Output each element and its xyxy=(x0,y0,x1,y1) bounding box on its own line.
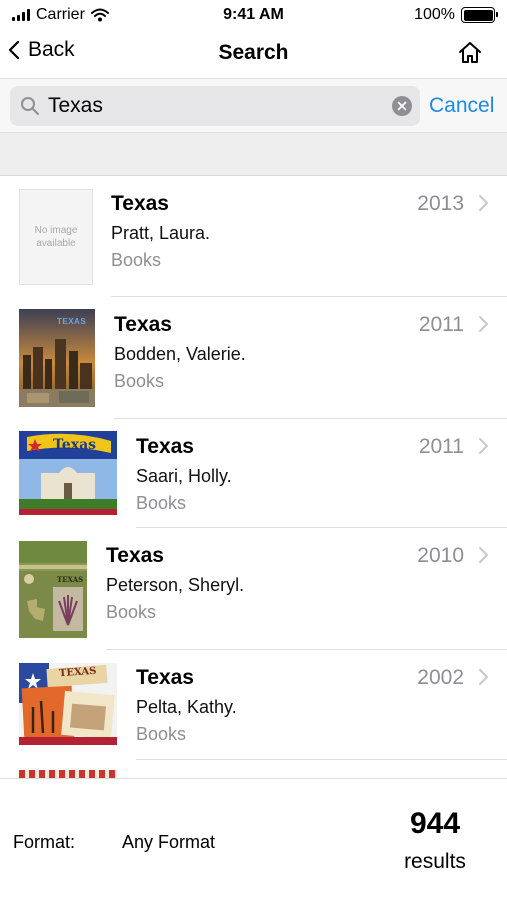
status-bar: Carrier 9:41 AM 100% xyxy=(0,0,507,30)
status-left: Carrier xyxy=(12,6,109,24)
cover-map-image: TEXAS xyxy=(19,541,87,638)
wifi-icon xyxy=(90,8,109,22)
result-year: 2013 xyxy=(417,192,464,215)
result-year: 2010 xyxy=(417,544,464,567)
status-right: 100% xyxy=(414,6,498,24)
close-icon xyxy=(397,101,407,110)
section-header xyxy=(0,132,507,176)
battery-percent: 100% xyxy=(414,6,455,23)
chevron-right-icon xyxy=(479,316,488,332)
result-author: Pelta, Kathy. xyxy=(136,697,237,717)
result-format: Books xyxy=(136,724,187,744)
results-list: No image available Texas Pratt, Laura. B… xyxy=(0,176,507,778)
clear-search-button[interactable] xyxy=(392,95,412,116)
cover-partial-image xyxy=(19,770,117,778)
home-icon[interactable] xyxy=(457,40,483,66)
cancel-button[interactable]: Cancel xyxy=(429,94,494,118)
cover-title-text: TEXAS xyxy=(57,575,84,584)
result-format: Books xyxy=(136,493,187,513)
result-year: 2011 xyxy=(418,435,464,458)
chevron-left-icon xyxy=(8,40,20,60)
back-label: Back xyxy=(28,38,75,61)
cover-placeholder-image: No image available xyxy=(19,189,93,285)
search-input[interactable] xyxy=(48,93,378,118)
cover-alamo-image: Texas xyxy=(19,431,117,515)
result-author: Saari, Holly. xyxy=(136,466,232,486)
cover-title-text: Texas xyxy=(53,437,97,453)
search-field[interactable] xyxy=(10,85,420,126)
page-title: Search xyxy=(218,41,289,64)
nav-bar: Back Search xyxy=(0,30,507,76)
chevron-right-icon xyxy=(479,438,488,454)
result-author: Peterson, Sheryl. xyxy=(106,575,245,595)
chevron-right-icon xyxy=(479,547,488,563)
results-count: 944 xyxy=(409,807,461,840)
result-title: Texas xyxy=(114,313,172,336)
search-bar: Cancel xyxy=(0,78,507,132)
result-format: Books xyxy=(111,250,162,270)
result-title: Texas xyxy=(106,544,164,567)
result-author: Bodden, Valerie. xyxy=(114,344,246,364)
no-image-text: No image available xyxy=(34,225,78,249)
format-label: Format: xyxy=(13,832,76,852)
result-author: Pratt, Laura. xyxy=(111,223,211,243)
result-format: Books xyxy=(106,602,157,622)
battery-icon xyxy=(461,7,498,23)
carrier-label: Carrier xyxy=(36,6,85,23)
result-year: 2002 xyxy=(417,666,464,689)
list-item[interactable]: TEXAS Texas Pelta, Kathy. Books 2002 xyxy=(0,650,507,760)
results-count-label: results xyxy=(404,850,466,873)
list-item[interactable]: TEXAS Texas Peterson, Sheryl. Books 2010 xyxy=(0,528,507,650)
search-icon xyxy=(21,96,39,115)
list-item[interactable]: TEXAS Texas Bodden, Valerie. Books 2011 xyxy=(0,297,507,419)
list-item[interactable]: Texas Texas Saari, Holly. Books 2011 xyxy=(0,419,507,528)
result-title: Texas xyxy=(136,666,194,689)
chevron-right-icon xyxy=(479,669,488,685)
result-title: Texas xyxy=(136,435,194,458)
cover-art xyxy=(19,541,87,638)
result-year: 2011 xyxy=(418,313,464,336)
results-footer: Format: Any Format 944 results xyxy=(0,778,507,900)
result-format: Books xyxy=(114,371,165,391)
format-selector[interactable]: Any Format xyxy=(122,832,215,853)
result-title: Texas xyxy=(111,192,169,215)
cover-title-text: TEXAS xyxy=(57,317,87,326)
chevron-right-icon xyxy=(479,195,488,211)
back-button[interactable]: Back xyxy=(8,38,75,62)
signal-icon xyxy=(12,9,30,21)
cover-postcard-image: TEXAS xyxy=(19,663,117,745)
list-item[interactable] xyxy=(0,760,507,778)
list-item[interactable]: No image available Texas Pratt, Laura. B… xyxy=(0,176,507,297)
cover-skyline-image: TEXAS xyxy=(19,309,95,407)
